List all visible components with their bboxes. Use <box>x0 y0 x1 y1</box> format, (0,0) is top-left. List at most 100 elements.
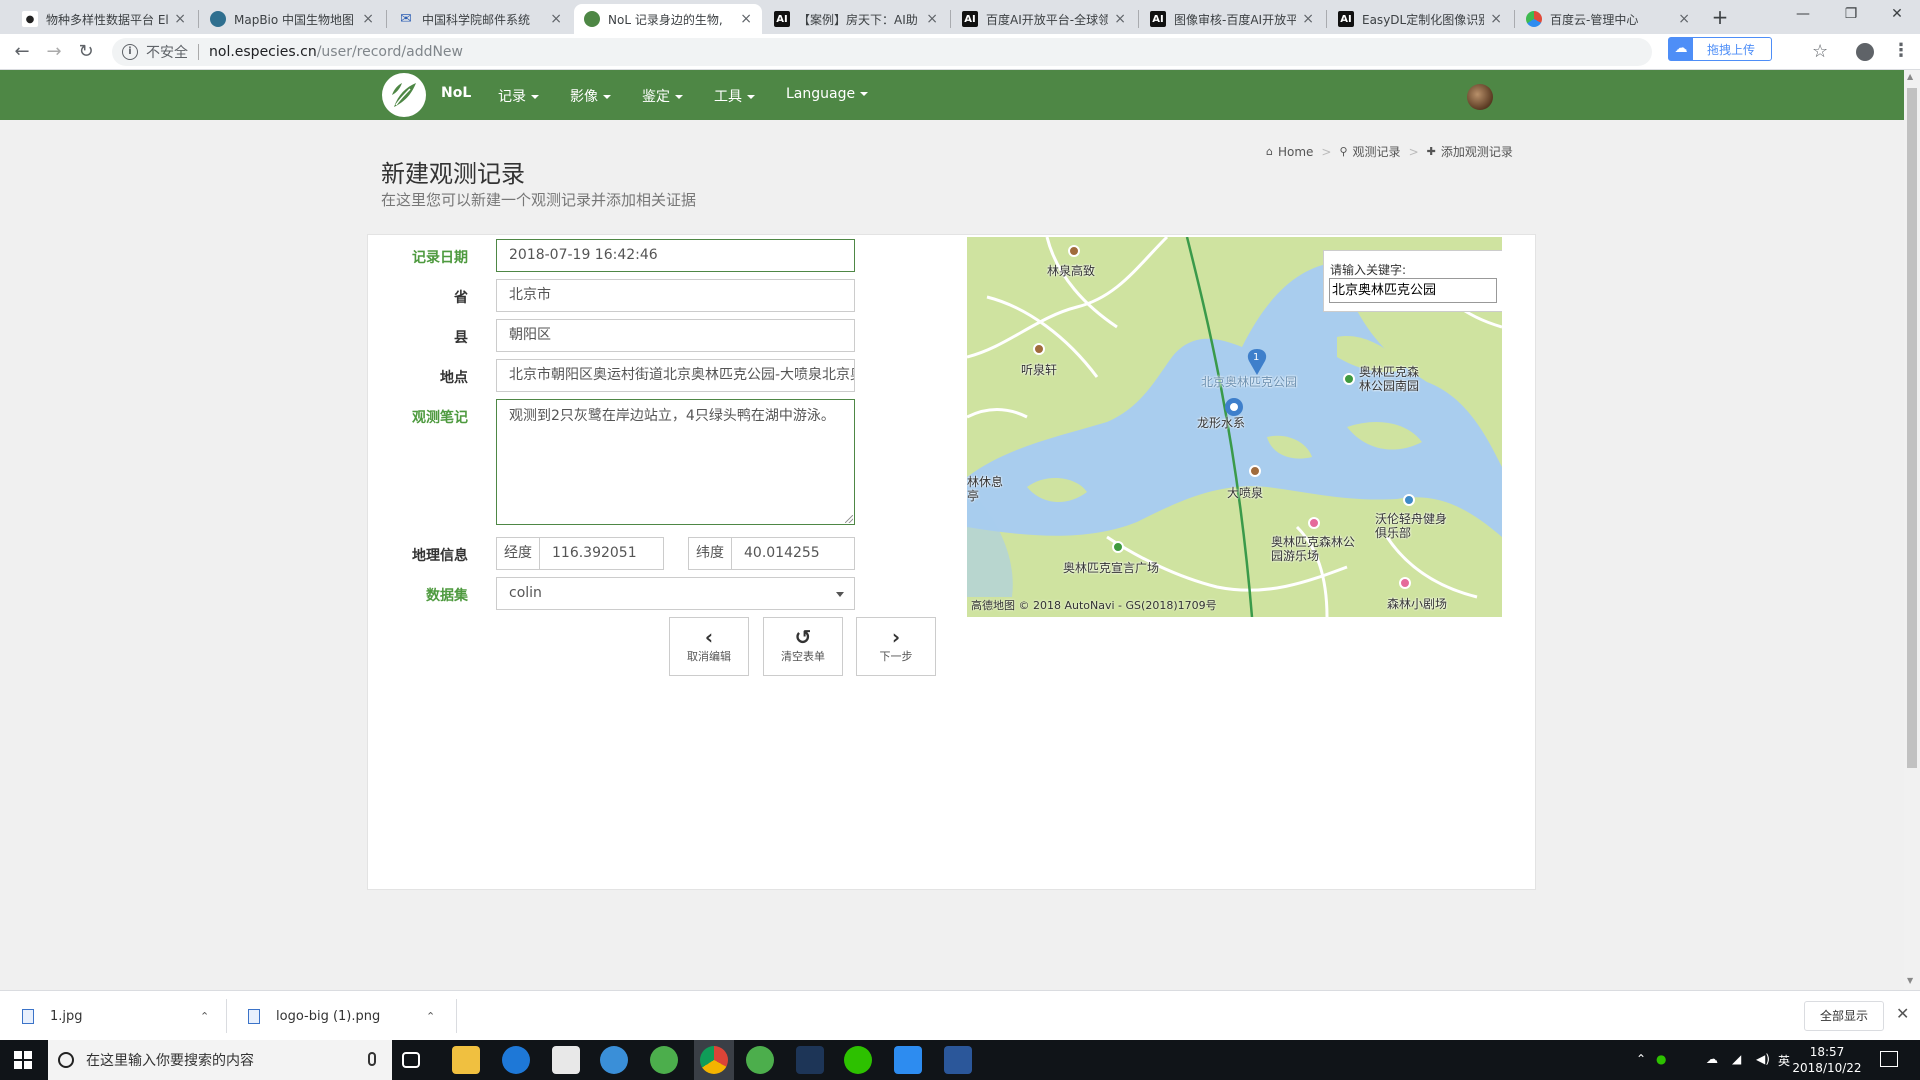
browser-tab[interactable]: AI 百度AI开放平台-全球领 × <box>952 4 1136 34</box>
bookmark-star-icon[interactable]: ☆ <box>1812 41 1828 62</box>
volume-icon[interactable]: ◀) <box>1756 1052 1770 1066</box>
browser-tab[interactable]: AI EasyDL定制化图像识别 × <box>1328 4 1512 34</box>
province-input[interactable]: 北京市 <box>496 279 855 312</box>
tab-close-icon[interactable]: × <box>740 11 752 27</box>
back-arrow-icon[interactable]: ← <box>10 40 34 64</box>
tab-close-icon[interactable]: × <box>1302 11 1314 27</box>
browser-tab[interactable]: ● 物种多样性数据平台 El × <box>12 4 196 34</box>
info-icon[interactable]: i <box>122 44 138 60</box>
close-downloads-icon[interactable]: ✕ <box>1896 1004 1909 1023</box>
baidu-cloud-icon: ☁ <box>1669 38 1693 60</box>
scroll-up-icon[interactable]: ▲ <box>1907 72 1913 81</box>
browser-tab[interactable]: AI 图像审核-百度AI开放平 × <box>1140 4 1324 34</box>
map-marker-number[interactable]: 1 <box>1253 352 1259 363</box>
windows-start-icon[interactable] <box>14 1051 32 1069</box>
task-view-icon[interactable] <box>402 1052 420 1068</box>
scrollbar-thumb[interactable] <box>1907 88 1917 768</box>
latitude-input[interactable]: 40.014255 <box>731 537 855 570</box>
tab-close-icon[interactable]: × <box>926 11 938 27</box>
cancel-edit-button[interactable]: ‹ 取消编辑 <box>669 617 749 676</box>
close-window-button[interactable]: ✕ <box>1874 0 1920 30</box>
minimize-button[interactable]: — <box>1780 0 1826 30</box>
nav-menu-images[interactable]: 影像 <box>570 86 611 106</box>
forward-arrow-icon[interactable]: → <box>42 40 66 64</box>
tab-close-icon[interactable]: × <box>1490 11 1502 27</box>
chevron-up-icon[interactable]: ⌃ <box>426 1010 435 1023</box>
location-input[interactable]: 北京市朝阳区奥运村街道北京奥林匹克公园-大喷泉北京奥林匹 <box>496 359 855 392</box>
green-app-icon[interactable] <box>650 1046 678 1074</box>
observation-notes-textarea[interactable]: 观测到2只灰鹭在岸边站立，4只绿头鸭在湖中游泳。 <box>496 399 855 525</box>
edge-icon[interactable] <box>502 1046 530 1074</box>
breadcrumb-records[interactable]: 观测记录 <box>1353 143 1401 160</box>
new-tab-button[interactable]: + <box>1708 5 1732 29</box>
nol-logo[interactable] <box>382 73 426 117</box>
ai-icon: AI <box>1150 11 1166 27</box>
tab-close-icon[interactable]: × <box>1678 11 1690 27</box>
caret-down-icon <box>531 95 539 99</box>
poi-pavilion-icon <box>1249 465 1261 477</box>
map-search-box: 请输入关键字: 北京奥林匹克公园 <box>1323 250 1502 312</box>
next-step-button[interactable]: › 下一步 <box>856 617 936 676</box>
more-menu-icon[interactable]: ⋮ <box>1892 40 1910 61</box>
chrome-active-icon[interactable] <box>694 1040 734 1080</box>
tray-wechat-icon[interactable]: ● <box>1656 1052 1666 1066</box>
download-item[interactable]: 1.jpg ⌃ <box>22 991 212 1041</box>
mail-app-icon[interactable] <box>552 1046 580 1074</box>
dataset-select[interactable]: colin <box>496 577 855 610</box>
resize-handle-icon[interactable] <box>845 515 853 523</box>
tab-close-icon[interactable]: × <box>362 11 374 27</box>
address-bar[interactable]: i 不安全 nol.especies.cn /user/record/addNe… <box>112 38 1652 66</box>
tray-chevron-icon[interactable]: ⌃ <box>1636 1052 1646 1066</box>
user-avatar[interactable] <box>1467 84 1493 110</box>
scroll-down-icon[interactable]: ▼ <box>1907 976 1913 985</box>
onedrive-icon[interactable]: ☁ <box>1706 1052 1718 1066</box>
word-icon[interactable] <box>944 1046 972 1074</box>
location-map[interactable]: 1 林泉高致 听泉轩 北京奥林匹克公园 龙形水系 奥林匹克森林公园南园 大喷泉 … <box>967 237 1502 617</box>
microphone-icon[interactable] <box>368 1052 376 1066</box>
wechat-icon[interactable] <box>844 1046 872 1074</box>
network-icon[interactable]: ◢ <box>1732 1052 1741 1066</box>
notification-icon[interactable] <box>1880 1051 1898 1067</box>
download-item[interactable]: logo-big (1).png ⌃ <box>248 991 438 1041</box>
file-explorer-icon[interactable] <box>452 1046 480 1074</box>
nav-menu-identify[interactable]: 鉴定 <box>642 86 683 106</box>
account-icon[interactable] <box>1856 43 1874 61</box>
chevron-up-icon[interactable]: ⌃ <box>200 1010 209 1023</box>
page-scrollbar[interactable]: ▲ ▼ <box>1904 70 1920 990</box>
show-all-downloads-button[interactable]: 全部显示 <box>1804 1001 1884 1031</box>
taskbar-search-box[interactable]: 在这里输入你要搜索的内容 <box>48 1040 392 1080</box>
breadcrumb-home[interactable]: Home <box>1278 145 1313 159</box>
map-search-input[interactable]: 北京奥林匹克公园 <box>1329 278 1497 303</box>
system-clock[interactable]: 18:57 2018/10/22 <box>1792 1044 1862 1076</box>
baidu-netdisk-icon[interactable] <box>894 1046 922 1074</box>
ie-icon[interactable] <box>600 1046 628 1074</box>
panda-icon: ● <box>22 11 38 27</box>
globe-icon <box>210 11 226 27</box>
record-date-input[interactable]: 2018-07-19 16:42:46 <box>496 239 855 272</box>
green-app-icon[interactable] <box>746 1046 774 1074</box>
browser-toolbar: ← → ↻ i 不安全 nol.especies.cn /user/record… <box>0 34 1920 70</box>
map-label: 大喷泉 <box>1227 486 1264 500</box>
upload-extension-button[interactable]: ☁ 拖拽上传 <box>1668 37 1772 61</box>
browser-tab[interactable]: ✉ 中国科学院邮件系统 × <box>388 4 572 34</box>
tab-close-icon[interactable]: × <box>1114 11 1126 27</box>
nav-menu-tools[interactable]: 工具 <box>714 86 755 106</box>
nav-menu-records[interactable]: 记录 <box>498 86 539 106</box>
dev-app-icon[interactable] <box>796 1046 824 1074</box>
browser-tab[interactable]: MapBio 中国生物地图 × <box>200 4 384 34</box>
tab-close-icon[interactable]: × <box>174 11 186 27</box>
nav-menu-language[interactable]: Language <box>786 86 869 102</box>
maximize-button[interactable]: ❐ <box>1828 0 1874 30</box>
county-input[interactable]: 朝阳区 <box>496 319 855 352</box>
browser-tab-active[interactable]: NoL 记录身边的生物, × <box>574 4 762 34</box>
reload-icon[interactable]: ↻ <box>74 40 98 64</box>
tab-close-icon[interactable]: × <box>550 11 562 27</box>
clear-form-button[interactable]: ↺ 清空表单 <box>763 617 843 676</box>
map-label: 听泉轩 <box>1021 363 1058 377</box>
longitude-addon: 经度 <box>496 537 540 570</box>
browser-tab[interactable]: AI 【案例】房天下：AI助 × <box>764 4 948 34</box>
input-language[interactable]: 英 <box>1778 1052 1790 1069</box>
site-brand[interactable]: NoL <box>441 85 471 101</box>
browser-tab[interactable]: 百度云-管理中心 × <box>1516 4 1700 34</box>
longitude-input[interactable]: 116.392051 <box>539 537 664 570</box>
